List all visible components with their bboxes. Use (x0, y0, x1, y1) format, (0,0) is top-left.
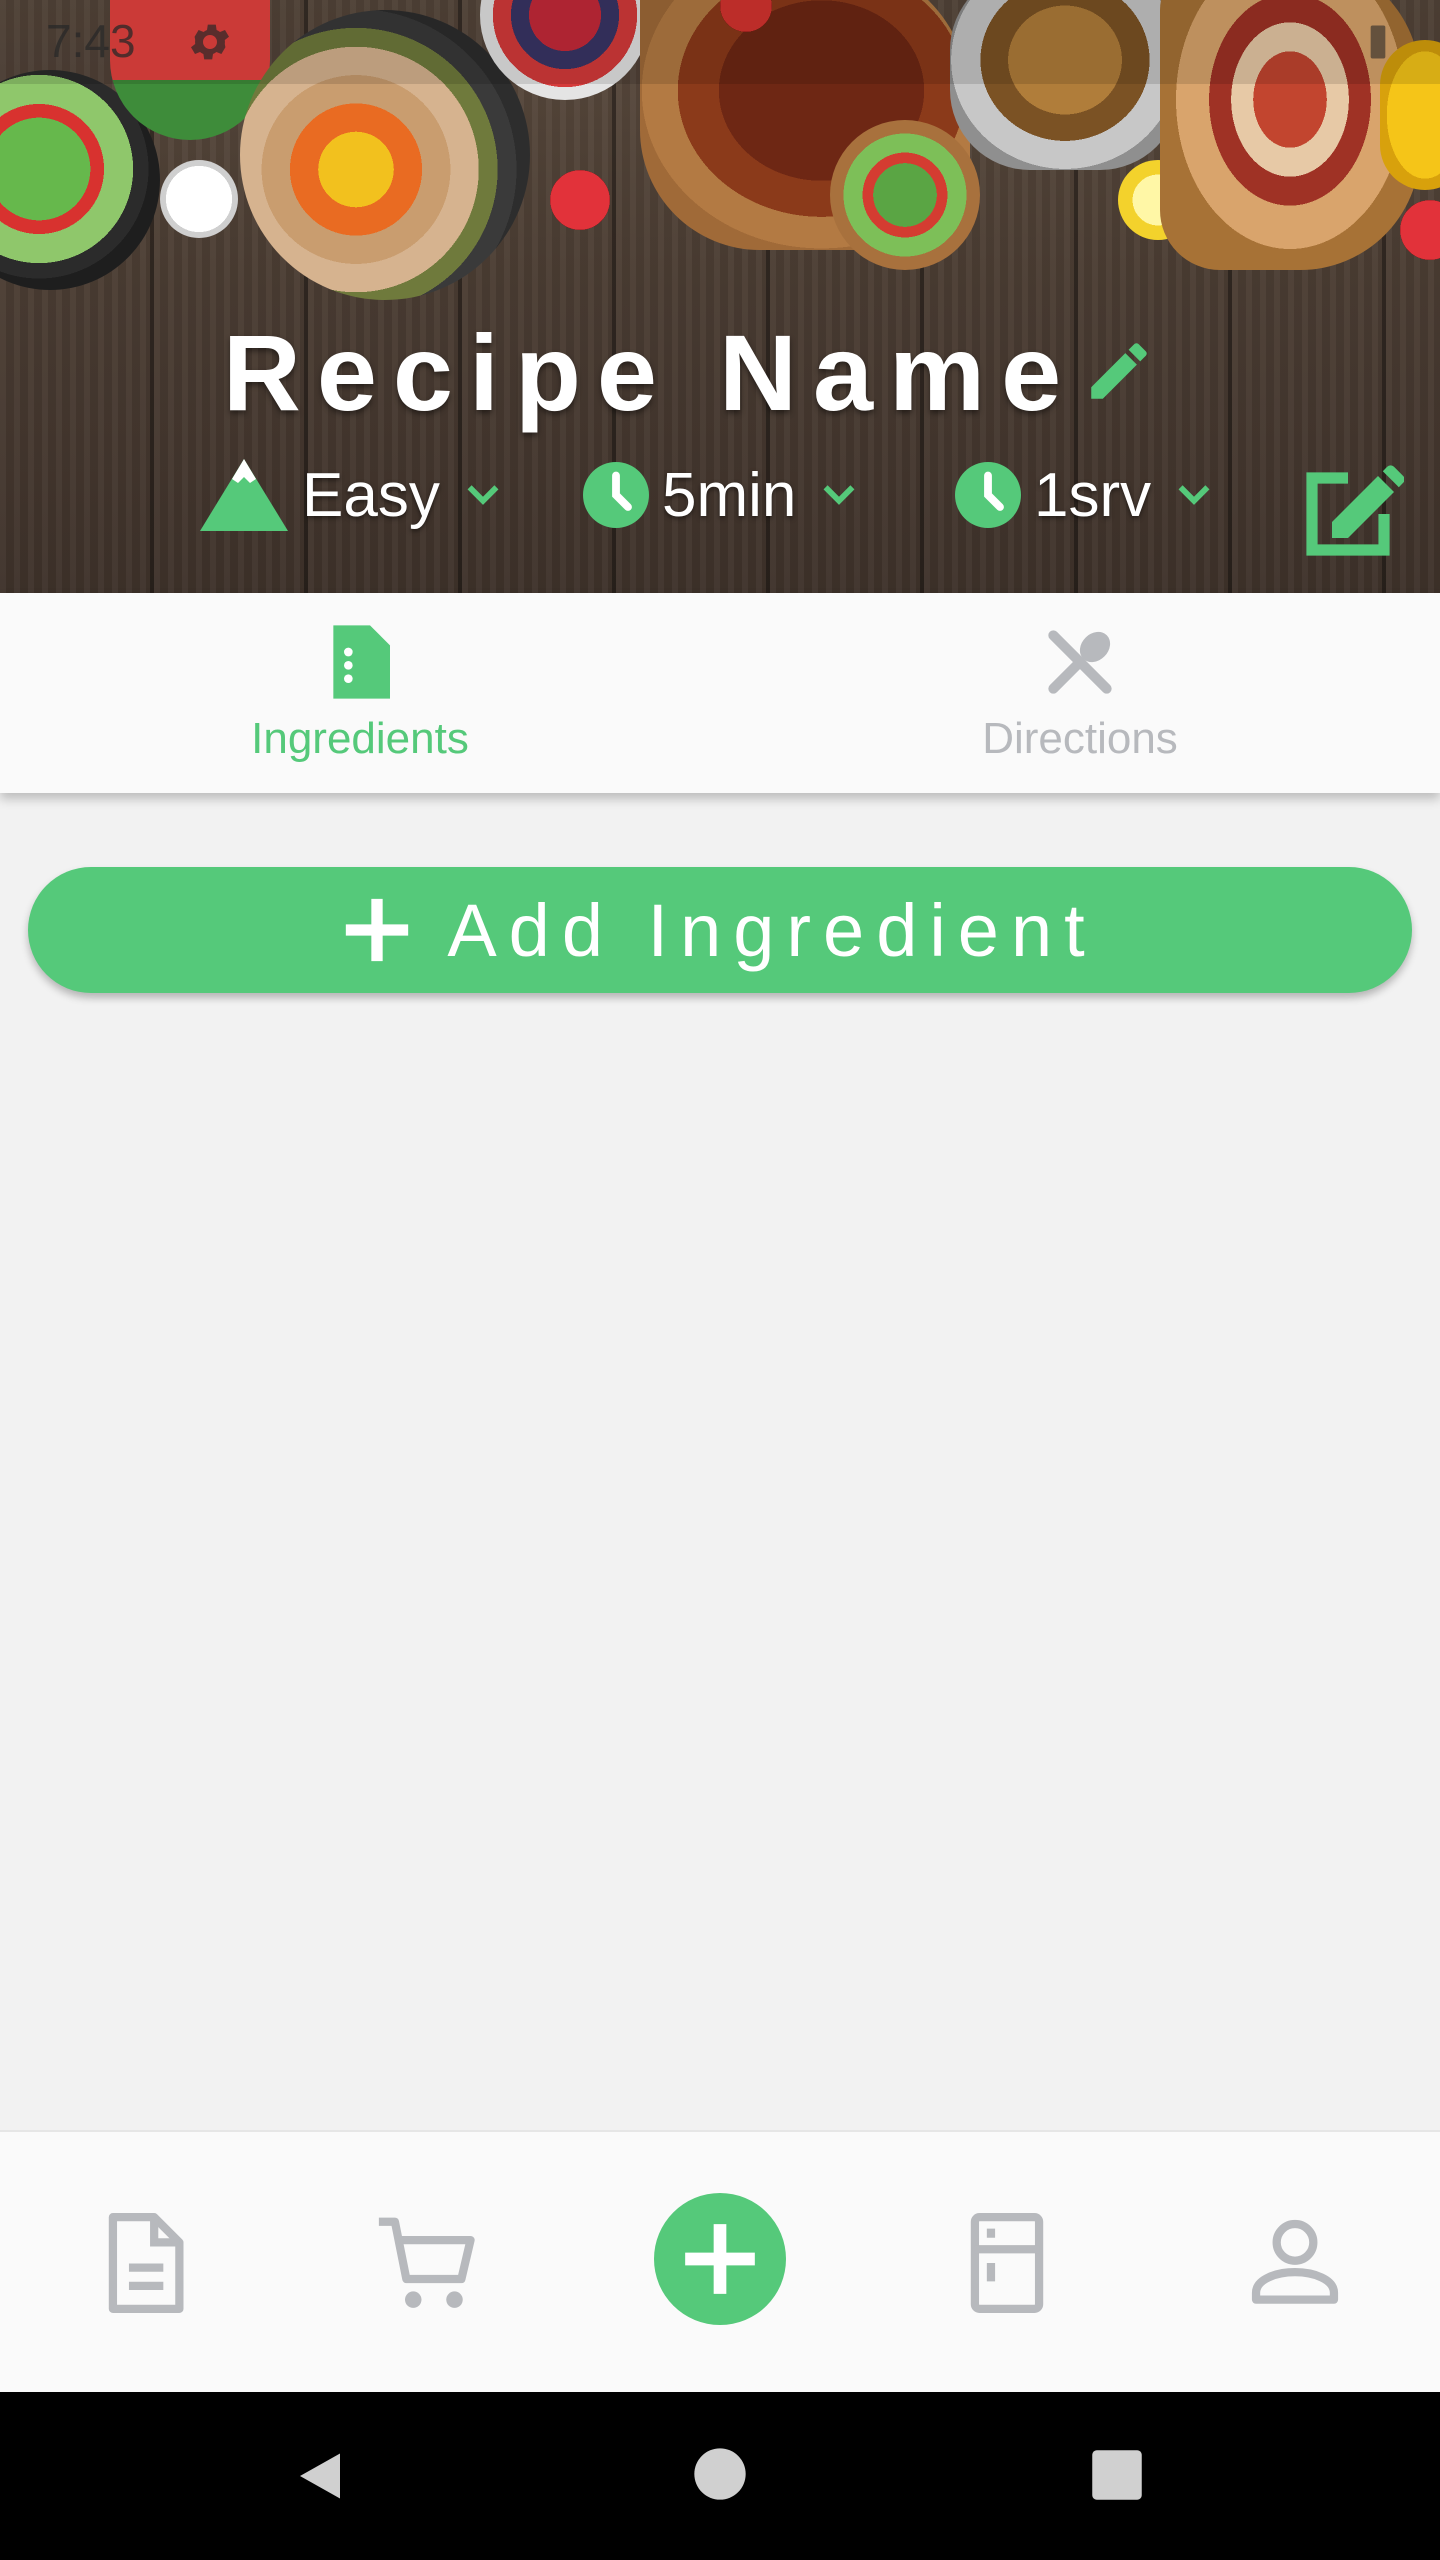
tab-ingredients-label: Ingredients (251, 714, 469, 763)
edit-title-pencil-icon[interactable] (1082, 334, 1156, 408)
plus-icon (346, 898, 409, 962)
recipe-header: 7:43 Recipe Name Easy 5min 1srv (0, 0, 1440, 593)
tab-directions[interactable]: Directions (720, 593, 1440, 793)
clock-icon (583, 462, 649, 528)
fridge-icon (970, 2213, 1044, 2313)
battery-icon (1370, 25, 1386, 59)
recents-icon[interactable] (1090, 2448, 1144, 2502)
milk-glass-image (160, 160, 238, 238)
chevron-down-icon (467, 485, 499, 505)
document-icon (333, 625, 390, 699)
add-ingredient-button[interactable]: Add Ingredient (28, 867, 1412, 993)
chevron-down-icon (823, 485, 855, 505)
nav-add-button[interactable] (654, 2193, 786, 2325)
plus-icon (685, 2224, 755, 2294)
settings-gear-icon (191, 24, 229, 60)
add-ingredient-label: Add Ingredient (447, 888, 1097, 972)
time-selector[interactable]: 5min (580, 450, 862, 540)
time-value: 5min (662, 460, 797, 530)
mountain-icon (200, 459, 288, 531)
status-time: 7:43 (46, 15, 136, 67)
nav-recipes-button[interactable] (80, 2198, 210, 2328)
servings-selector[interactable]: 1srv (952, 450, 1217, 540)
difficulty-selector[interactable]: Easy (196, 450, 506, 540)
back-icon[interactable] (290, 2446, 350, 2506)
edit-recipe-icon[interactable] (1300, 462, 1404, 562)
clock-icon (955, 462, 1021, 528)
chevron-down-icon (1178, 485, 1210, 505)
nav-cart-button[interactable] (362, 2198, 492, 2328)
small-salad-bowl-image (830, 120, 980, 270)
servings-value: 1srv (1034, 460, 1152, 530)
tab-ingredients[interactable]: Ingredients (0, 593, 720, 793)
home-icon[interactable] (692, 2446, 748, 2502)
strawberry-right-image (1400, 200, 1440, 260)
tab-directions-label: Directions (982, 714, 1178, 763)
bottom-navigation (0, 2130, 1440, 2392)
person-icon (1251, 2219, 1339, 2304)
utensils-icon (1048, 630, 1112, 694)
recipe-tabs: Ingredients Directions (0, 593, 1440, 793)
ingredients-panel: Add Ingredient (0, 793, 1440, 2130)
nav-fridge-button[interactable] (942, 2198, 1072, 2328)
status-bar: 7:43 (0, 0, 1440, 84)
strawberry-image (550, 170, 610, 230)
nav-profile-button[interactable] (1230, 2198, 1360, 2328)
system-navigation-bar (0, 2392, 1440, 2560)
cart-icon (378, 2217, 475, 2308)
difficulty-value: Easy (302, 460, 440, 530)
document-outline-icon (108, 2213, 184, 2313)
